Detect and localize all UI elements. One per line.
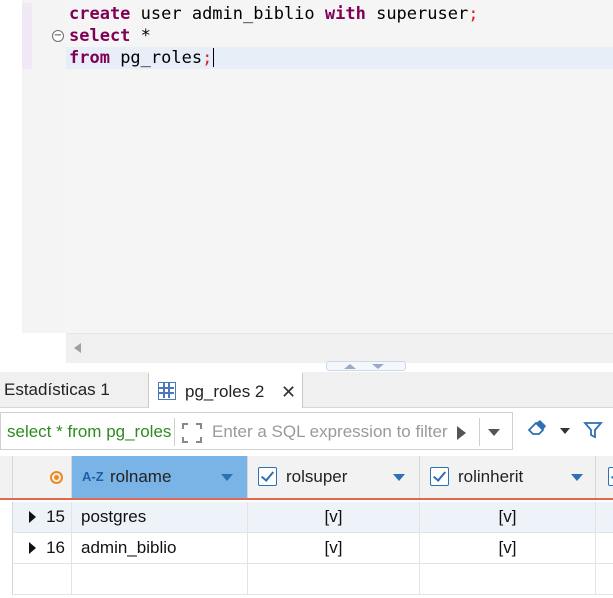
cell-next[interactable] xyxy=(596,502,613,532)
column-name: rolname xyxy=(110,467,172,486)
filter-history-dropdown-icon[interactable] xyxy=(488,429,500,436)
close-tab-icon[interactable]: ✕ xyxy=(281,374,297,410)
restore-down-icon[interactable] xyxy=(372,364,384,369)
table-row[interactable] xyxy=(12,564,613,595)
sort-dropdown-icon[interactable] xyxy=(571,474,583,481)
tab-pg-roles[interactable]: pg_roles 2 ✕ xyxy=(148,372,303,409)
cell-rolsuper[interactable]: [v] xyxy=(248,533,420,563)
code-line-3[interactable]: from pg_roles; xyxy=(69,47,215,69)
tab-statistics[interactable]: Estadísticas 1 xyxy=(4,372,110,408)
row-number-cell[interactable] xyxy=(12,564,72,594)
cell-next[interactable] xyxy=(596,533,613,563)
filter-funnel-icon[interactable] xyxy=(583,420,603,440)
code-line-1[interactable]: create user admin_biblio with superuser; xyxy=(69,3,478,25)
active-query-text[interactable]: select * from pg_roles xyxy=(7,413,173,451)
maximize-up-icon[interactable] xyxy=(344,364,356,369)
table-grid-icon xyxy=(158,382,176,400)
row-number-cell[interactable]: 16 xyxy=(12,533,72,563)
fold-collapse-icon[interactable]: − xyxy=(52,30,64,42)
cell-rolsuper[interactable] xyxy=(248,564,420,594)
boolean-type-icon xyxy=(258,467,277,486)
row-number-cell[interactable]: 15 xyxy=(12,502,72,532)
semicolon: ; xyxy=(468,4,479,24)
record-mode-icon xyxy=(50,471,63,484)
grid-header: A-Z rolname rolsuper rolinherit xyxy=(0,456,613,500)
column-header-next[interactable] xyxy=(596,456,613,498)
expand-filter-icon[interactable] xyxy=(182,423,202,443)
cell-rolsuper[interactable]: [v] xyxy=(248,502,420,532)
horizontal-scrollbar[interactable] xyxy=(66,333,613,363)
tab-label: pg_roles 2 xyxy=(185,382,265,401)
results-grid: A-Z rolname rolsuper rolinherit 15 postg… xyxy=(0,456,613,598)
sort-dropdown-icon[interactable] xyxy=(221,474,233,481)
panel-splitter-handle[interactable] xyxy=(326,361,406,371)
divider xyxy=(174,418,175,446)
code-text: pg_roles xyxy=(109,48,203,68)
text-caret xyxy=(213,48,215,67)
scroll-left-icon[interactable] xyxy=(74,343,81,353)
boolean-type-icon xyxy=(608,467,613,486)
code-text: superuser xyxy=(365,4,469,24)
editor-left-margin xyxy=(0,0,22,333)
select-all-corner[interactable] xyxy=(12,456,72,498)
filter-input-box[interactable]: select * from pg_roles Enter a SQL expre… xyxy=(0,412,513,450)
divider xyxy=(479,418,480,446)
column-name: rolsuper xyxy=(286,467,348,486)
column-header-rolsuper[interactable]: rolsuper xyxy=(248,456,420,498)
text-type-icon: A-Z xyxy=(82,469,104,484)
keyword: select xyxy=(69,26,131,46)
semicolon: ; xyxy=(202,48,213,68)
code-text: * xyxy=(130,26,151,46)
keyword: create xyxy=(69,4,131,24)
dbeaver-window: − create user admin_biblio with superuse… xyxy=(0,0,613,598)
sort-dropdown-icon[interactable] xyxy=(393,474,405,481)
cell-next[interactable] xyxy=(596,564,613,594)
code-text: user admin_biblio xyxy=(130,4,325,24)
cell-rolinherit[interactable]: [v] xyxy=(420,533,596,563)
cell-rolinherit[interactable]: [v] xyxy=(420,502,596,532)
statement-marker xyxy=(22,3,32,69)
cell-rolinherit[interactable] xyxy=(420,564,596,594)
column-name: rolinherit xyxy=(458,467,524,486)
table-row[interactable]: 16 admin_biblio [v] [v] xyxy=(12,533,613,564)
expand-row-icon[interactable] xyxy=(29,542,36,554)
row-number: 16 xyxy=(46,538,65,557)
eraser-icon[interactable] xyxy=(527,420,547,436)
boolean-type-icon xyxy=(430,467,449,486)
apply-filter-icon[interactable] xyxy=(457,426,466,440)
keyword: from xyxy=(69,48,110,68)
chevron-down-icon[interactable] xyxy=(560,428,570,434)
cell-rolname[interactable] xyxy=(72,564,248,594)
column-header-rolinherit[interactable]: rolinherit xyxy=(420,456,596,498)
row-number: 15 xyxy=(46,507,65,526)
cell-rolname[interactable]: postgres xyxy=(72,502,248,532)
expand-row-icon[interactable] xyxy=(29,511,36,523)
filter-expression-input[interactable]: Enter a SQL expression to filter results xyxy=(212,413,452,451)
filter-bar: select * from pg_roles Enter a SQL expre… xyxy=(0,408,613,450)
code-line-2[interactable]: select * xyxy=(69,25,151,47)
cell-rolname[interactable]: admin_biblio xyxy=(72,533,248,563)
results-tab-bar: Estadísticas 1 pg_roles 2 ✕ xyxy=(0,372,613,409)
keyword: with xyxy=(324,4,366,24)
column-header-rolname[interactable]: A-Z rolname xyxy=(72,456,248,498)
sql-editor[interactable]: − create user admin_biblio with superuse… xyxy=(0,0,613,363)
table-row[interactable]: 15 postgres [v] [v] xyxy=(12,502,613,533)
